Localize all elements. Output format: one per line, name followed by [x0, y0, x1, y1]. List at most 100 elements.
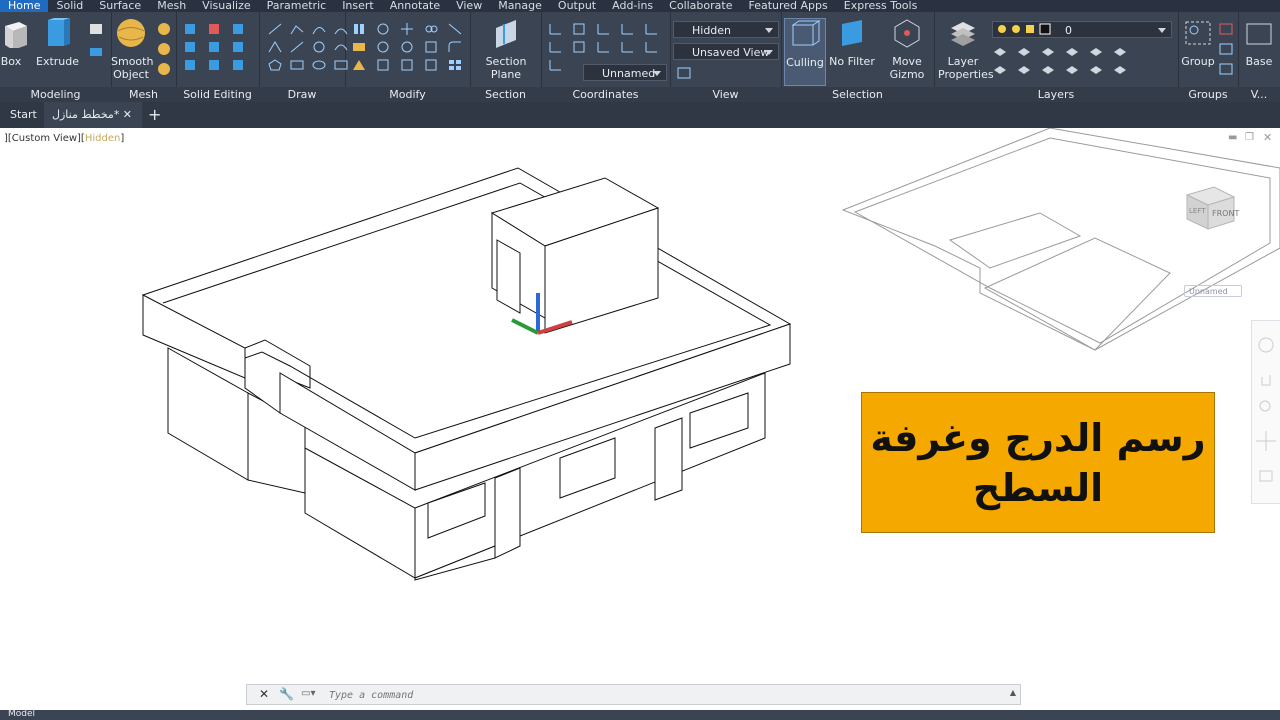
culling-button[interactable]: Culling	[784, 18, 826, 86]
move-gizmo-button[interactable]: Move Gizmo	[885, 18, 929, 81]
polyline2-icon[interactable]	[267, 40, 283, 54]
menu-view[interactable]: View	[448, 0, 490, 12]
stretch-icon[interactable]	[375, 58, 391, 72]
group-edit-icon[interactable]	[1218, 42, 1234, 56]
tab-start[interactable]: Start	[10, 102, 37, 128]
panel-title-selection[interactable]: Selection	[781, 87, 934, 102]
close-tab-icon[interactable]: ✕	[123, 102, 132, 128]
menu-insert[interactable]: Insert	[334, 0, 382, 12]
menu-featured-apps[interactable]: Featured Apps	[740, 0, 835, 12]
menu-mesh[interactable]: Mesh	[149, 0, 194, 12]
menu-annotate[interactable]: Annotate	[382, 0, 448, 12]
layer-properties-button[interactable]: Layer Properties	[938, 18, 994, 81]
menu-collaborate[interactable]: Collaborate	[661, 0, 740, 12]
command-input[interactable]	[327, 687, 931, 704]
viewport-config-icon[interactable]	[676, 66, 696, 80]
panel-title-solid-editing[interactable]: Solid Editing	[176, 87, 259, 102]
ucs-icon[interactable]	[547, 22, 563, 36]
layer-walk-icon[interactable]	[1112, 62, 1128, 76]
ucs-dropdown[interactable]: Unnamed	[583, 64, 667, 81]
tab-drawing[interactable]: مخطط منازل* ✕	[44, 102, 142, 128]
mesh-refine-icon[interactable]	[156, 42, 172, 56]
menu-parametric[interactable]: Parametric	[259, 0, 335, 12]
spline-icon[interactable]	[311, 22, 327, 36]
layer-match-icon[interactable]	[1112, 44, 1128, 58]
layer-thaw-icon[interactable]	[1040, 62, 1056, 76]
panel-title-view-base[interactable]: V...	[1238, 87, 1280, 102]
rectangle-icon[interactable]	[289, 58, 305, 72]
3d-rotate-icon[interactable]	[375, 22, 391, 36]
circle-icon[interactable]	[311, 40, 327, 54]
layer-unlock-icon[interactable]	[1064, 62, 1080, 76]
mesh-crease-icon[interactable]	[156, 62, 172, 76]
viewport-restore-icon[interactable]: ❐	[1245, 132, 1254, 143]
visual-style-dropdown[interactable]: Hidden	[673, 21, 779, 38]
ellipse-icon[interactable]	[311, 58, 327, 72]
menu-manage[interactable]: Manage	[490, 0, 550, 12]
move-icon[interactable]	[399, 22, 415, 36]
presspull-icon[interactable]	[88, 44, 104, 58]
menu-output[interactable]: Output	[550, 0, 604, 12]
array-icon[interactable]	[375, 40, 391, 54]
recent-commands-icon[interactable]: ▭▾	[301, 688, 315, 699]
panel-title-view[interactable]: View	[670, 87, 781, 102]
layer-lock-icon[interactable]	[1064, 44, 1080, 58]
ucs-menu[interactable]: Unnamed	[1184, 285, 1242, 297]
menu-visualize[interactable]: Visualize	[194, 0, 258, 12]
ucs-origin-icon[interactable]	[547, 40, 563, 54]
menu-home[interactable]: Home	[0, 0, 49, 12]
group-button[interactable]: Group	[1180, 18, 1216, 68]
ucs-y-icon[interactable]	[619, 22, 635, 36]
ucs-object-icon[interactable]	[595, 40, 611, 54]
layer-make-current-icon[interactable]	[1088, 44, 1104, 58]
no-filter-button[interactable]: No Filter	[829, 18, 875, 68]
group-select-icon[interactable]	[1218, 62, 1234, 76]
line-icon[interactable]	[267, 22, 283, 36]
customize-wrench-icon[interactable]: 🔧	[279, 687, 294, 701]
menu-add-ins[interactable]: Add-ins	[604, 0, 661, 12]
polysolid-icon[interactable]	[88, 22, 104, 36]
viewcube[interactable]: FRONT LEFT	[1172, 183, 1242, 253]
ucs-world-icon[interactable]	[571, 22, 587, 36]
ucs-3point-icon[interactable]	[643, 40, 659, 54]
line2-icon[interactable]	[289, 40, 305, 54]
layer-unisolate-icon[interactable]	[1016, 62, 1032, 76]
offset-icon[interactable]	[399, 58, 415, 72]
polyline-icon[interactable]	[289, 22, 305, 36]
panel-title-draw[interactable]: Draw	[259, 87, 345, 102]
extract-edges-icon[interactable]	[207, 40, 223, 54]
layer-copy-icon[interactable]	[1088, 62, 1104, 76]
mirror-icon[interactable]	[351, 40, 367, 54]
trim-icon[interactable]	[447, 22, 463, 36]
ucs-named-icon[interactable]	[547, 58, 563, 72]
menu-solid[interactable]: Solid	[48, 0, 91, 12]
separate-icon[interactable]	[231, 58, 247, 72]
ucs-x-icon[interactable]	[595, 22, 611, 36]
slice-icon[interactable]	[231, 22, 247, 36]
new-tab-icon[interactable]: +	[148, 102, 161, 128]
panel-title-groups[interactable]: Groups	[1178, 87, 1238, 102]
align-icon[interactable]	[351, 22, 367, 36]
menu-express-tools[interactable]: Express Tools	[836, 0, 926, 12]
fillet-icon[interactable]	[447, 40, 463, 54]
command-history-icon[interactable]: ▲	[1010, 688, 1016, 697]
ucs-z-icon[interactable]	[643, 22, 659, 36]
panel-title-modify[interactable]: Modify	[345, 87, 470, 102]
explode-icon[interactable]	[423, 58, 439, 72]
subtract-icon[interactable]	[207, 22, 223, 36]
close-command-icon[interactable]: ✕	[259, 687, 269, 701]
mesh-smooth-icon[interactable]	[156, 22, 172, 36]
polygon-icon[interactable]	[267, 58, 283, 72]
layer-isolate-icon[interactable]	[1016, 44, 1032, 58]
layer-on-icon[interactable]	[992, 62, 1008, 76]
ucs-face-icon[interactable]	[571, 40, 587, 54]
union-icon[interactable]	[183, 22, 199, 36]
base-button[interactable]: Base	[1240, 18, 1278, 68]
copy-icon[interactable]	[423, 22, 439, 36]
layer-freeze-icon[interactable]	[1040, 44, 1056, 58]
array-rect-icon[interactable]	[447, 58, 463, 72]
interfere-icon[interactable]	[183, 40, 199, 54]
viewport-minimize-icon[interactable]: ▬	[1228, 132, 1237, 143]
smooth-object-button[interactable]: Smooth Object	[111, 18, 153, 81]
intersect-icon[interactable]	[183, 58, 199, 72]
